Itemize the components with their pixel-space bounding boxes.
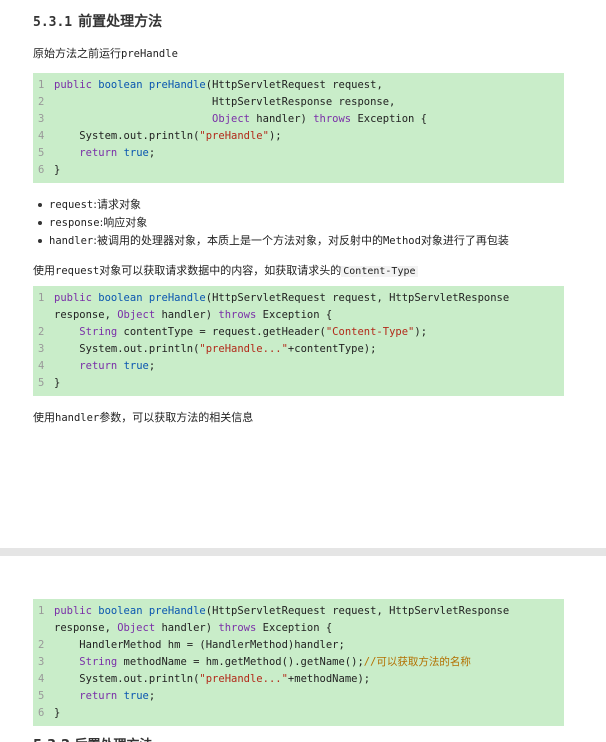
code-text: return true;: [79, 360, 156, 372]
line-number: 1: [38, 292, 45, 304]
line-number: 4: [38, 130, 45, 142]
code-text: }: [54, 707, 61, 719]
code-text: }: [54, 164, 61, 176]
code-line: 1 public boolean preHandle(HttpServletReq…: [33, 603, 558, 637]
code-line: 6}: [33, 705, 558, 722]
code-text: String methodName = hm.getMethod().getNa…: [79, 656, 471, 668]
line-number: 4: [38, 673, 45, 685]
inline-code: preHandle: [121, 48, 178, 60]
code-block-2[interactable]: 1 public boolean preHandle(HttpServletReq…: [33, 286, 564, 396]
handler-paragraph: 使用handler参数，可以获取方法的相关信息: [33, 411, 254, 424]
line-number: 6: [38, 707, 45, 719]
line-number: 2: [38, 96, 45, 108]
code-line: 1 public boolean preHandle(HttpServletReq…: [33, 77, 558, 94]
code-line: 3 String methodName = hm.getMethod().get…: [33, 654, 558, 671]
line-number: 3: [38, 113, 45, 125]
section-title: 前置处理方法: [78, 14, 163, 30]
list-item: request:请求对象: [38, 196, 509, 214]
page-separator: [0, 548, 606, 556]
code-block-3[interactable]: 1 public boolean preHandle(HttpServletReq…: [33, 599, 564, 726]
code-block-1[interactable]: 1 public boolean preHandle(HttpServletReq…: [33, 73, 564, 183]
section-heading: 5.3.1 前置处理方法: [33, 11, 162, 31]
list-item: response:响应对象: [38, 214, 509, 232]
code-line: 3 System.out.println("preHandle..."+cont…: [33, 341, 558, 358]
code-text: public boolean preHandle(HttpServletRequ…: [54, 605, 516, 634]
code-text: HttpServletResponse response,: [54, 96, 396, 108]
code-line: 5 return true;: [33, 688, 558, 705]
section-number: 5.3.1: [33, 15, 73, 30]
code-text: HandlerMethod hm = (HandlerMethod)handle…: [54, 639, 345, 651]
code-line: 5}: [33, 375, 558, 392]
line-number: 5: [38, 147, 45, 159]
line-number: 5: [38, 690, 45, 702]
line-number: 4: [38, 360, 45, 372]
code-text: return true;: [79, 147, 156, 159]
line-number: 3: [38, 656, 45, 668]
line-number: 1: [38, 79, 45, 91]
code-line: 3 Object handler) throws Exception {: [33, 111, 558, 128]
code-line: 6}: [33, 162, 558, 179]
code-text: public boolean preHandle(HttpServletRequ…: [54, 292, 516, 321]
code-text: }: [54, 377, 61, 389]
line-number: 3: [38, 343, 45, 355]
code-line: 2 HandlerMethod hm = (HandlerMethod)hand…: [33, 637, 558, 654]
code-line: 4 System.out.println("preHandle");: [33, 128, 558, 145]
document-page-1: 5.3.1 前置处理方法 原始方法之前运行preHandle 1 public bo…: [0, 0, 606, 548]
code-line: 2 String contentType = request.getHeader…: [33, 324, 558, 341]
line-number: 6: [38, 164, 45, 176]
code-line: 1 public boolean preHandle(HttpServletReq…: [33, 290, 558, 324]
line-number: 1: [38, 605, 45, 617]
parameter-list: request:请求对象 response:响应对象 handler:被调用的处…: [38, 196, 509, 250]
code-line: 2 HttpServletResponse response,: [33, 94, 558, 111]
code-text: String contentType = request.getHeader("…: [79, 326, 428, 338]
line-number: 2: [38, 639, 45, 651]
code-text: System.out.println("preHandle..."+method…: [54, 673, 371, 685]
list-item: handler:被调用的处理器对象，本质上是一个方法对象，对反射中的Method…: [38, 232, 509, 250]
code-line: 4 System.out.println("preHandle..."+meth…: [33, 671, 558, 688]
code-text: return true;: [79, 690, 156, 702]
code-text: Object handler) throws Exception {: [212, 113, 427, 125]
code-text: public boolean preHandle(HttpServletRequ…: [54, 79, 383, 91]
line-number: 5: [38, 377, 45, 389]
document-page-2: 1 public boolean preHandle(HttpServletReq…: [0, 556, 606, 742]
next-section-heading: 5.3.2 后置处理方法: [33, 734, 173, 742]
code-text: System.out.println("preHandle");: [54, 130, 282, 142]
line-number: 2: [38, 326, 45, 338]
request-paragraph: 使用request对象可以获取请求数据中的内容，如获取请求头的 Content-T…: [33, 264, 418, 277]
code-line: 5 return true;: [33, 145, 558, 162]
code-line: 4 return true;: [33, 358, 558, 375]
intro-paragraph: 原始方法之前运行preHandle: [33, 47, 178, 60]
code-text: System.out.println("preHandle..."+conten…: [54, 343, 377, 355]
